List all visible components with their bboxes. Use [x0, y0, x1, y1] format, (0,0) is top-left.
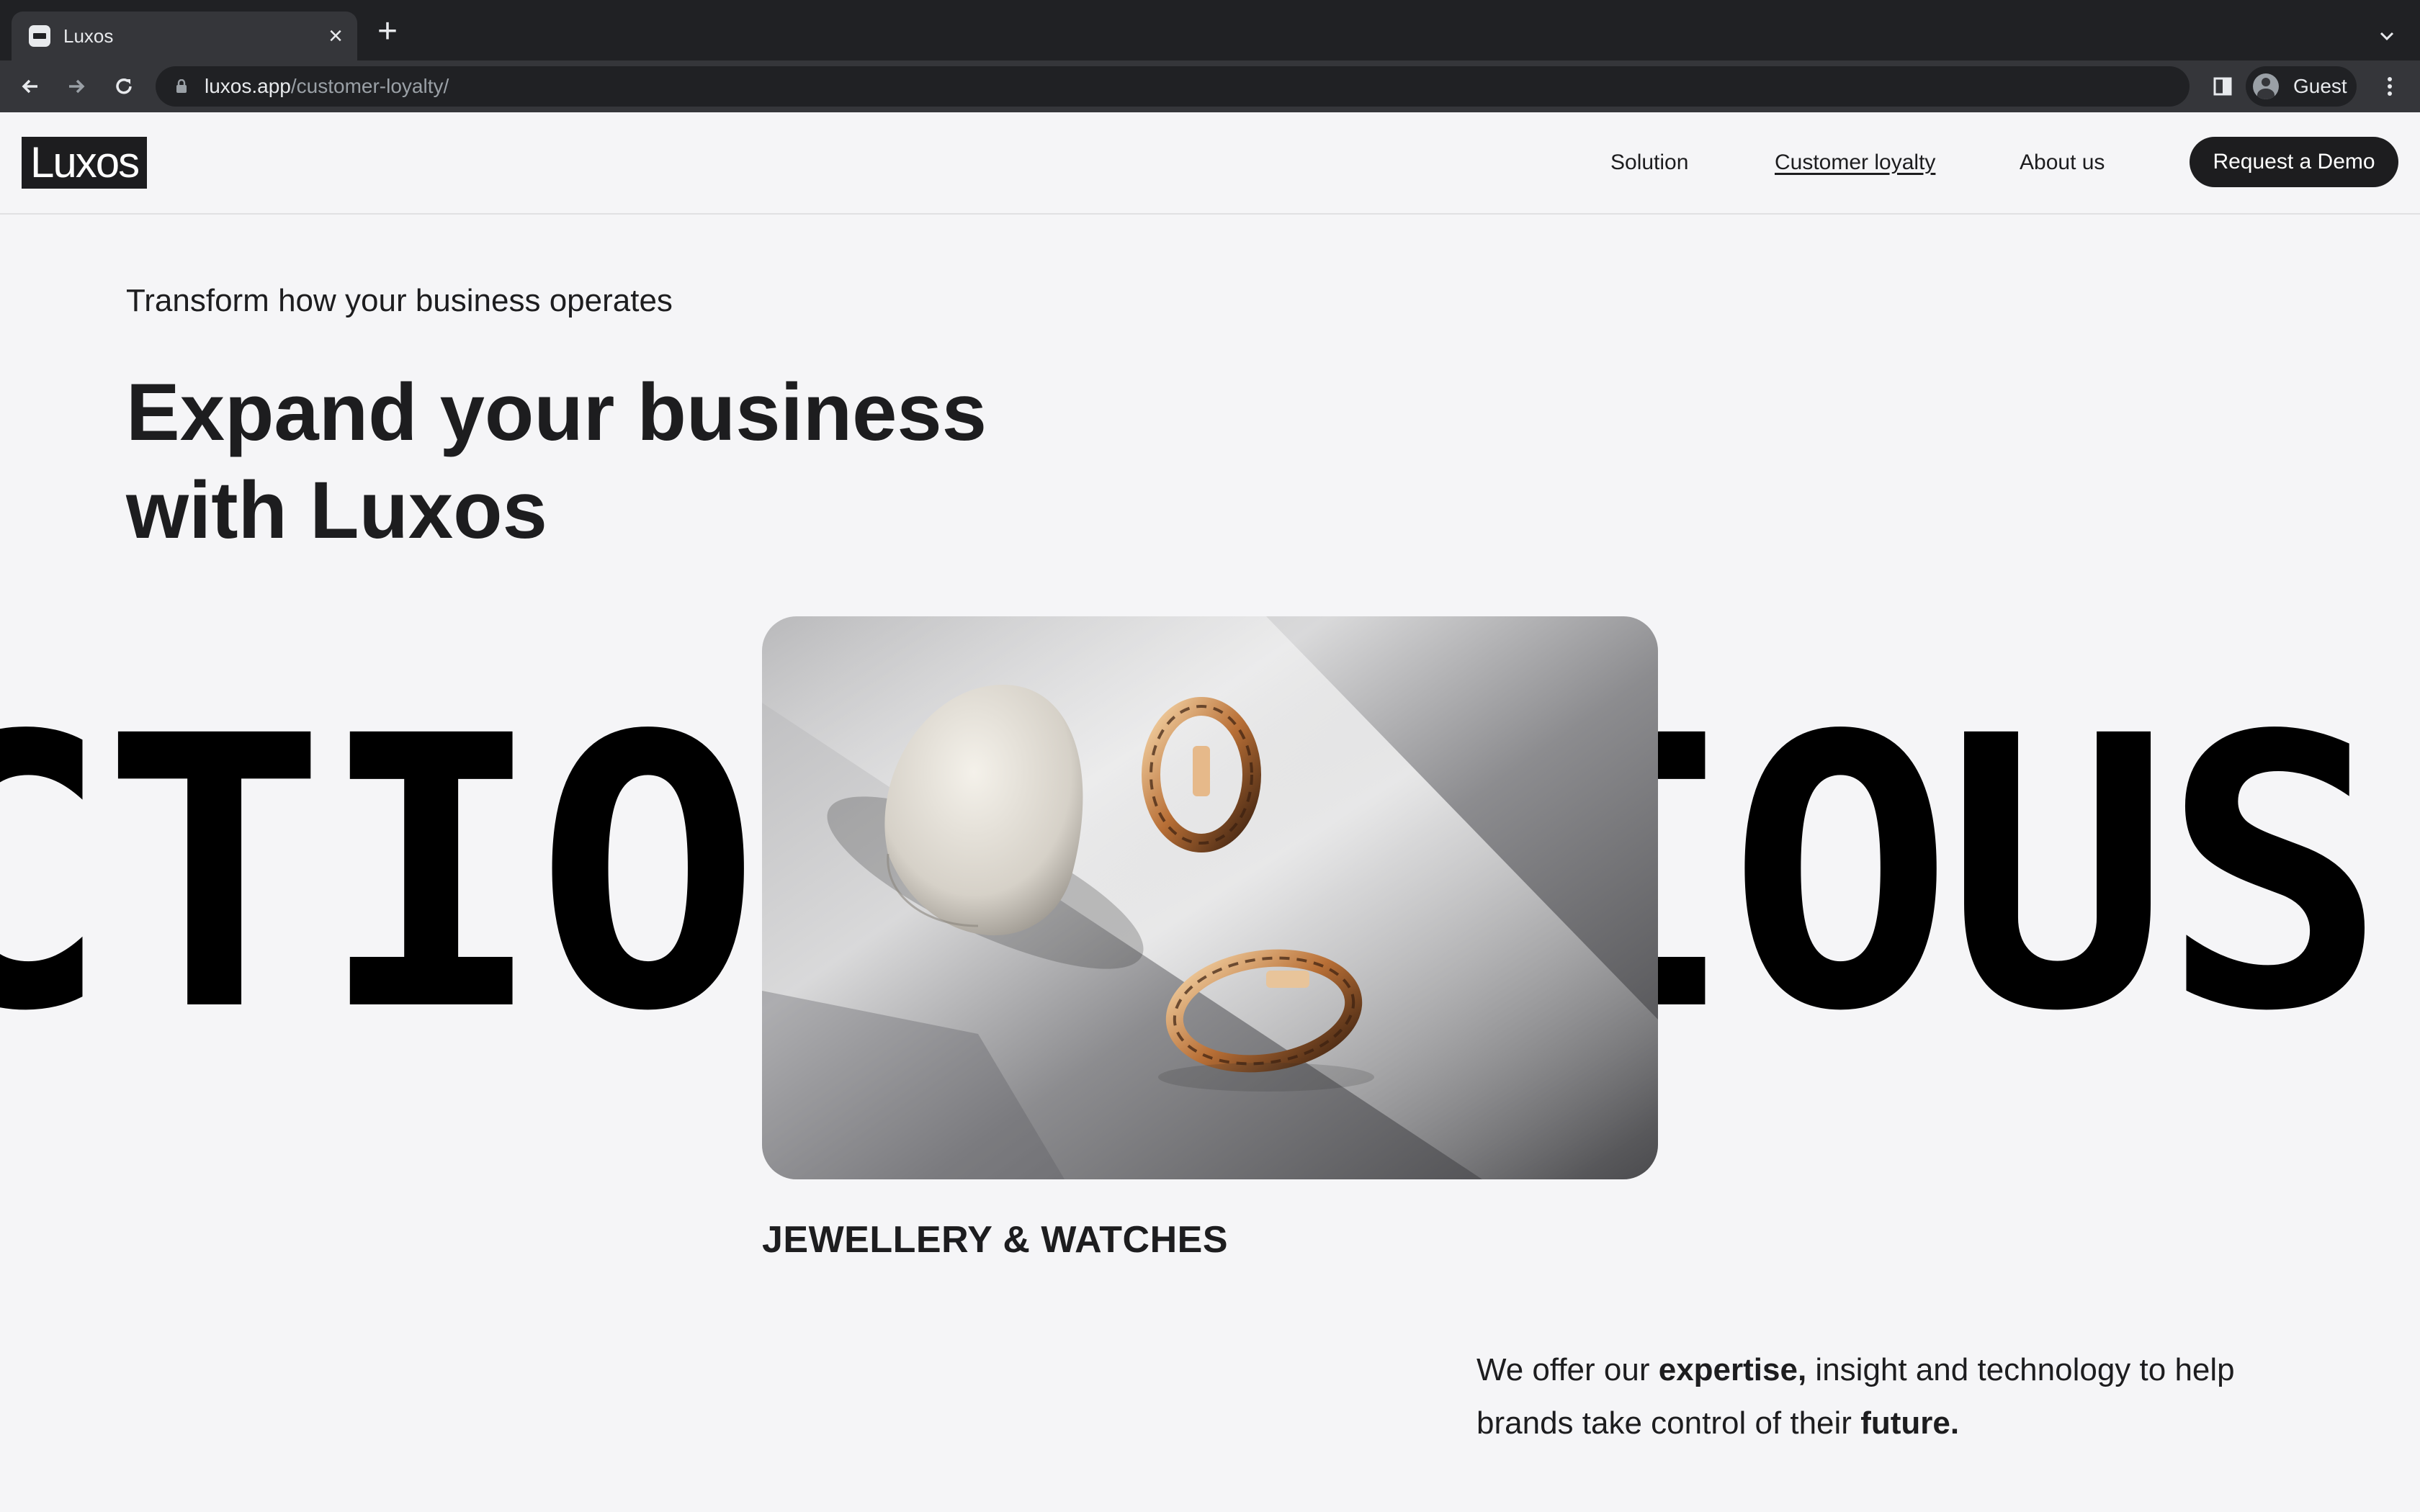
site-logo[interactable]: Luxos	[22, 137, 148, 189]
browser-tabstrip: Luxos × +	[0, 0, 2420, 60]
favicon-icon	[29, 25, 50, 47]
url-host: luxos.app	[205, 75, 291, 97]
marquee-text-left: CTIO	[0, 657, 761, 1093]
browser-tab[interactable]: Luxos ×	[12, 12, 357, 60]
browser-toolbar: luxos.app/customer-loyalty/ Guest	[0, 60, 2420, 112]
url-path: /customer-loyalty/	[290, 75, 449, 97]
headline-line-1: Expand your business	[126, 367, 987, 457]
category-label: JEWELLERY & WATCHES	[762, 1219, 1229, 1261]
nav-customer-loyalty[interactable]: Customer loyalty	[1775, 150, 1935, 176]
avatar-icon	[2253, 73, 2279, 99]
reload-icon[interactable]	[108, 71, 140, 102]
hero-headline: Expand your business with Luxos	[126, 364, 1134, 559]
back-icon[interactable]	[14, 71, 46, 102]
profile-label: Guest	[2293, 75, 2347, 97]
forward-icon[interactable]	[60, 71, 92, 102]
nav-solution[interactable]: Solution	[1610, 150, 1688, 176]
tab-title: Luxos	[63, 25, 114, 47]
hero-image	[762, 616, 1658, 1179]
request-demo-button[interactable]: Request a Demo	[2190, 137, 2398, 187]
url-text: luxos.app/customer-loyalty/	[205, 75, 449, 98]
profile-button[interactable]: Guest	[2246, 66, 2357, 107]
more-icon[interactable]	[2374, 71, 2406, 102]
blurb-bold-1: expertise,	[1658, 1352, 1807, 1387]
site-header: Luxos Solution Customer loyalty About us…	[0, 112, 2420, 215]
close-icon[interactable]: ×	[321, 22, 350, 50]
hero-eyebrow: Transform how your business operates	[126, 283, 673, 318]
headline-line-2: with Luxos	[126, 465, 547, 555]
earrings-photo	[762, 616, 1658, 1179]
chevron-down-icon[interactable]	[2372, 22, 2401, 50]
plus-icon[interactable]: +	[370, 14, 405, 50]
intro-blurb: We offer our expertise, insight and tech…	[1476, 1344, 2326, 1450]
address-bar[interactable]: luxos.app/customer-loyalty/	[156, 66, 2190, 107]
nav-about-us[interactable]: About us	[2020, 150, 2105, 176]
side-panel-icon[interactable]	[2207, 71, 2238, 102]
lock-icon[interactable]	[176, 79, 187, 94]
blurb-bold-2: future.	[1860, 1405, 1960, 1441]
blurb-text-1: We offer our	[1476, 1352, 1659, 1387]
